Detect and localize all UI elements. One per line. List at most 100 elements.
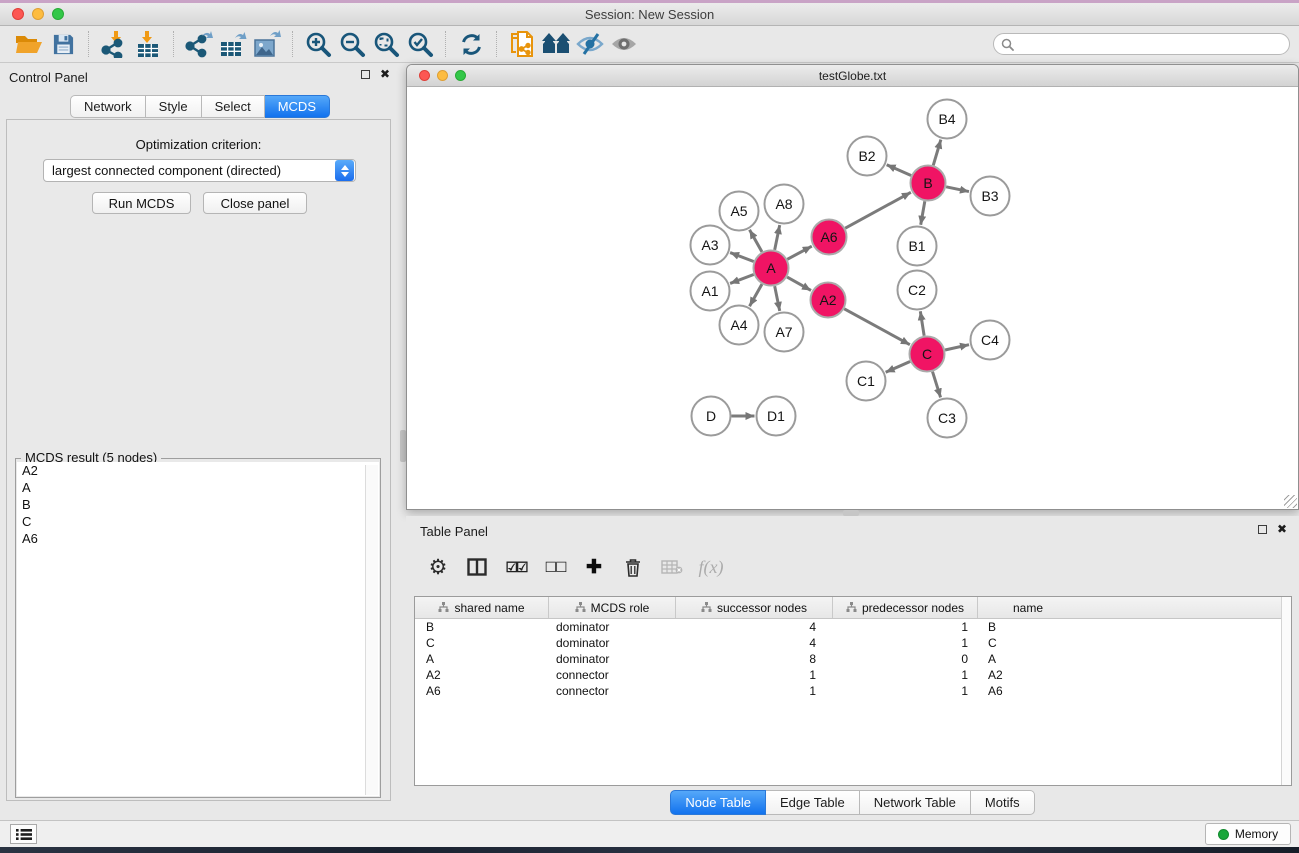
cell-name[interactable]: A2 <box>978 668 1078 682</box>
graph-edge-C-C4[interactable] <box>945 345 969 350</box>
save-session-icon[interactable] <box>46 29 80 59</box>
list-item[interactable]: A2 <box>17 462 379 479</box>
column-header-name[interactable]: name <box>978 597 1078 618</box>
cell-name[interactable]: A6 <box>978 684 1078 698</box>
graph-node-B1[interactable]: B1 <box>898 227 937 266</box>
graph-node-C4[interactable]: C4 <box>971 321 1010 360</box>
table-scrollbar[interactable] <box>1281 597 1291 785</box>
graph-edge-A2-C[interactable] <box>844 309 910 345</box>
cell-shared-name[interactable]: B <box>415 620 549 634</box>
cell-predecessor-nodes[interactable]: 1 <box>833 684 978 698</box>
cell-predecessor-nodes[interactable]: 1 <box>833 668 978 682</box>
tab-node-table[interactable]: Node Table <box>670 790 766 815</box>
cell-shared-name[interactable]: C <box>415 636 549 650</box>
cell-shared-name[interactable]: A <box>415 652 549 666</box>
graph-node-B[interactable]: B <box>911 166 946 201</box>
table-row[interactable]: A6 connector 1 1 A6 <box>415 683 1291 699</box>
deselect-all-icon[interactable]: ☐☐ <box>541 552 569 582</box>
function-builder-icon[interactable]: f(x) <box>697 552 725 582</box>
column-header-successor-nodes[interactable]: successor nodes <box>676 597 833 618</box>
tab-edge-table[interactable]: Edge Table <box>766 790 860 815</box>
export-network-icon[interactable] <box>182 29 216 59</box>
show-all-icon[interactable] <box>607 29 641 59</box>
cell-successor-nodes[interactable]: 4 <box>676 620 833 634</box>
select-all-icon[interactable]: ☑☑ <box>502 552 530 582</box>
float-panel-icon[interactable] <box>361 70 370 79</box>
graph-node-C[interactable]: C <box>910 337 945 372</box>
gear-icon[interactable]: ⚙ <box>424 552 452 582</box>
graph-node-A3[interactable]: A3 <box>691 226 730 265</box>
cell-predecessor-nodes[interactable]: 1 <box>833 620 978 634</box>
cell-name[interactable]: B <box>978 620 1078 634</box>
cell-mcds-role[interactable]: connector <box>549 684 676 698</box>
show-task-history-button[interactable] <box>10 824 37 844</box>
cell-successor-nodes[interactable]: 4 <box>676 636 833 650</box>
tab-motifs[interactable]: Motifs <box>971 790 1035 815</box>
graph-edge-A-A1[interactable] <box>730 275 754 284</box>
cell-mcds-role[interactable]: connector <box>549 668 676 682</box>
run-mcds-button[interactable]: Run MCDS <box>92 192 191 214</box>
graph-edge-B-B3[interactable] <box>946 187 969 192</box>
cell-shared-name[interactable]: A6 <box>415 684 549 698</box>
graph-node-B2[interactable]: B2 <box>848 137 887 176</box>
graph-edge-A-A2[interactable] <box>787 277 811 290</box>
graph-edge-A-A5[interactable] <box>750 230 762 252</box>
cell-name[interactable]: C <box>978 636 1078 650</box>
list-item[interactable]: C <box>17 513 379 530</box>
cell-mcds-role[interactable]: dominator <box>549 620 676 634</box>
open-session-icon[interactable] <box>12 29 46 59</box>
graph-node-D1[interactable]: D1 <box>757 397 796 436</box>
delete-column-icon[interactable] <box>619 552 647 582</box>
graph-node-B4[interactable]: B4 <box>928 100 967 139</box>
graph-node-A7[interactable]: A7 <box>765 313 804 352</box>
graph-node-C3[interactable]: C3 <box>928 399 967 438</box>
table-row[interactable]: B dominator 4 1 B <box>415 619 1291 635</box>
memory-button[interactable]: Memory <box>1205 823 1291 845</box>
cell-shared-name[interactable]: A2 <box>415 668 549 682</box>
table-row[interactable]: A2 connector 1 1 A2 <box>415 667 1291 683</box>
tab-network-table[interactable]: Network Table <box>860 790 971 815</box>
column-header-predecessor-nodes[interactable]: predecessor nodes <box>833 597 978 618</box>
graph-edge-A-A7[interactable] <box>775 286 780 311</box>
search-field[interactable] <box>993 33 1290 55</box>
cell-mcds-role[interactable]: dominator <box>549 636 676 650</box>
graph-node-A6[interactable]: A6 <box>812 220 847 255</box>
graph-node-A4[interactable]: A4 <box>720 306 759 345</box>
cell-successor-nodes[interactable]: 1 <box>676 668 833 682</box>
graph-node-A8[interactable]: A8 <box>765 185 804 224</box>
window-resize-grip[interactable] <box>1284 495 1297 508</box>
cell-name[interactable]: A <box>978 652 1078 666</box>
graph-node-D[interactable]: D <box>692 397 731 436</box>
graph-edge-B-B4[interactable] <box>933 140 941 166</box>
graph-node-A1[interactable]: A1 <box>691 272 730 311</box>
export-table-icon[interactable] <box>216 29 250 59</box>
tab-select[interactable]: Select <box>202 95 265 118</box>
column-header-mcds-role[interactable]: MCDS role <box>549 597 676 618</box>
cell-mcds-role[interactable]: dominator <box>549 652 676 666</box>
result-scrollbar[interactable] <box>365 465 378 795</box>
graph-edge-C-C3[interactable] <box>933 372 941 398</box>
cell-successor-nodes[interactable]: 8 <box>676 652 833 666</box>
close-table-panel-icon[interactable]: ✖ <box>1277 524 1287 534</box>
graph-edge-A-A6[interactable] <box>787 246 811 259</box>
zoom-in-icon[interactable] <box>301 29 335 59</box>
list-item[interactable]: A6 <box>17 530 379 547</box>
zoom-fit-icon[interactable] <box>369 29 403 59</box>
graph-edge-A-A4[interactable] <box>750 284 762 306</box>
clone-network-icon[interactable] <box>505 29 539 59</box>
network-canvas[interactable]: B4B2BB3A8A5A6B1A3AC2A1A2A4A7C4CC1C3DD1 <box>407 87 1298 509</box>
graph-edge-B-B1[interactable] <box>921 201 925 225</box>
first-neighbors-icon[interactable] <box>539 29 573 59</box>
float-table-panel-icon[interactable] <box>1258 525 1267 534</box>
delete-table-icon[interactable] <box>658 552 686 582</box>
search-input[interactable] <box>1019 37 1289 51</box>
export-image-icon[interactable] <box>250 29 284 59</box>
graph-node-C1[interactable]: C1 <box>847 362 886 401</box>
graph-edge-C-C2[interactable] <box>920 311 924 335</box>
graph-node-B3[interactable]: B3 <box>971 177 1010 216</box>
criterion-select[interactable]: largest connected component (directed) <box>43 159 356 182</box>
tab-mcds[interactable]: MCDS <box>265 95 330 118</box>
import-network-icon[interactable] <box>97 29 131 59</box>
cell-predecessor-nodes[interactable]: 1 <box>833 636 978 650</box>
list-item[interactable]: B <box>17 496 379 513</box>
